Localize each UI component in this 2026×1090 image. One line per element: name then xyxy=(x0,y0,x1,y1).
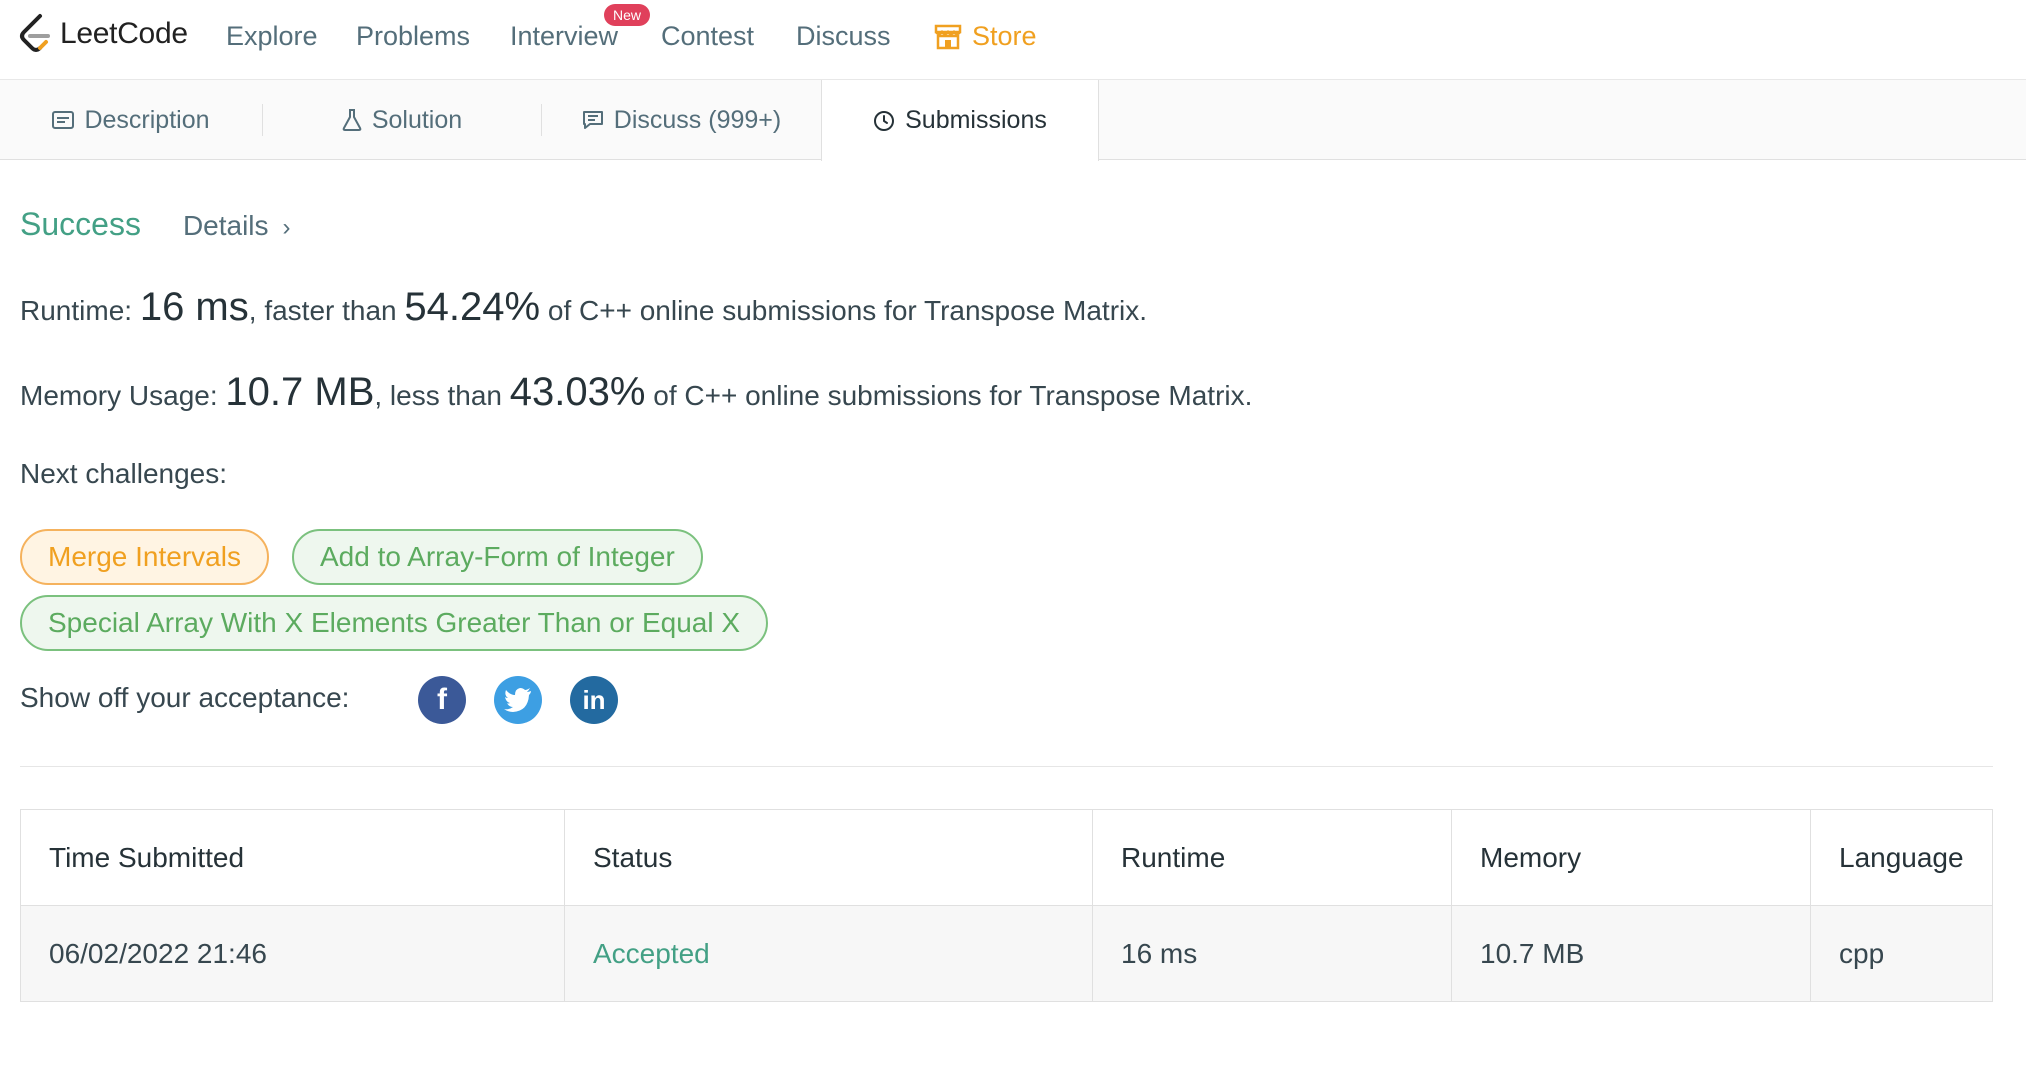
problem-tabs: Description Solution Discuss (999+) Subm… xyxy=(0,80,2026,161)
header-runtime[interactable]: Runtime xyxy=(1092,809,1452,906)
cell-memory: 10.7 MB xyxy=(1451,905,1811,1002)
challenge-chip-merge-intervals[interactable]: Merge Intervals xyxy=(20,529,269,585)
logo-text: LeetCode xyxy=(60,17,188,50)
runtime-value: 16 ms xyxy=(139,285,249,329)
status-accepted-link[interactable]: Accepted xyxy=(593,938,710,969)
flask-icon xyxy=(342,109,362,131)
leetcode-logo-icon xyxy=(20,14,50,52)
submissions-table: Time Submitted Status Runtime Memory Lan… xyxy=(20,809,1993,1002)
chevron-right-icon: › xyxy=(282,214,291,241)
runtime-tail: of C++ online submissions for Transpose … xyxy=(547,295,1148,326)
top-navbar: LeetCode Explore Problems Interview New … xyxy=(0,0,2026,80)
nav-discuss[interactable]: Discuss xyxy=(796,21,891,52)
cell-runtime: 16 ms xyxy=(1092,905,1452,1002)
runtime-stat: Runtime: 16 ms, faster than 54.24% of C+… xyxy=(20,285,1147,330)
store-icon xyxy=(934,24,962,49)
nav-store-label: Store xyxy=(972,21,1037,51)
tab-discuss[interactable]: Discuss (999+) xyxy=(542,80,821,160)
tab-description[interactable]: Description xyxy=(0,80,262,160)
tab-discuss-label: Discuss (999+) xyxy=(613,105,782,134)
tab-submissions-label: Submissions xyxy=(905,106,1047,134)
challenge-chip-special-array[interactable]: Special Array With X Elements Greater Th… xyxy=(20,595,769,651)
description-icon xyxy=(52,111,75,129)
clock-icon xyxy=(874,110,895,131)
header-time-submitted[interactable]: Time Submitted xyxy=(20,809,565,906)
nav-contest[interactable]: Contest xyxy=(661,21,754,52)
next-challenges-label: Next challenges: xyxy=(20,458,228,489)
header-language[interactable]: Language xyxy=(1810,809,1993,906)
runtime-percentile: 54.24% xyxy=(404,285,541,329)
memory-percentile: 43.03% xyxy=(509,370,646,414)
challenge-chip-add-to-array-form[interactable]: Add to Array-Form of Integer xyxy=(292,529,703,585)
memory-value: 10.7 MB xyxy=(225,370,375,414)
memory-stat: Memory Usage: 10.7 MB, less than 43.03% … xyxy=(20,370,1252,415)
cell-time-submitted: 06/02/2022 21:46 xyxy=(20,905,565,1002)
nav-problems[interactable]: Problems xyxy=(356,21,470,52)
status-line: Success Details › xyxy=(20,206,291,243)
table-header-row: Time Submitted Status Runtime Memory Lan… xyxy=(20,809,1993,906)
facebook-icon[interactable]: f xyxy=(418,676,466,724)
cell-status: Accepted xyxy=(564,905,1093,1002)
leetcode-logo[interactable]: LeetCode xyxy=(18,12,188,56)
tab-submissions[interactable]: Submissions xyxy=(821,80,1099,161)
comment-icon xyxy=(582,111,603,129)
tab-solution-label: Solution xyxy=(371,105,463,134)
memory-mid: , less than xyxy=(374,380,503,411)
memory-tail: of C++ online submissions for Transpose … xyxy=(653,380,1253,411)
section-divider xyxy=(20,766,1993,767)
new-badge: New xyxy=(604,4,651,26)
tab-solution[interactable]: Solution xyxy=(263,80,541,160)
header-status[interactable]: Status xyxy=(564,809,1093,906)
nav-explore[interactable]: Explore xyxy=(226,21,318,52)
header-memory[interactable]: Memory xyxy=(1451,809,1811,906)
memory-label: Memory Usage: xyxy=(20,380,218,411)
nav-store[interactable]: Store xyxy=(934,21,1037,52)
runtime-label: Runtime: xyxy=(20,295,133,326)
cell-language: cpp xyxy=(1810,905,1993,1002)
details-label: Details xyxy=(182,210,269,241)
twitter-bird-icon xyxy=(504,688,531,712)
twitter-icon[interactable] xyxy=(494,676,542,724)
nav-interview[interactable]: Interview xyxy=(510,21,618,52)
table-row: 06/02/2022 21:46 Accepted 16 ms 10.7 MB … xyxy=(20,905,1993,1002)
runtime-mid: , faster than xyxy=(248,295,397,326)
tab-description-label: Description xyxy=(84,105,210,134)
share-label: Show off your acceptance: xyxy=(20,682,350,713)
details-link[interactable]: Details › xyxy=(183,210,291,242)
linkedin-icon[interactable]: in xyxy=(570,676,618,724)
status-success: Success xyxy=(20,206,141,242)
